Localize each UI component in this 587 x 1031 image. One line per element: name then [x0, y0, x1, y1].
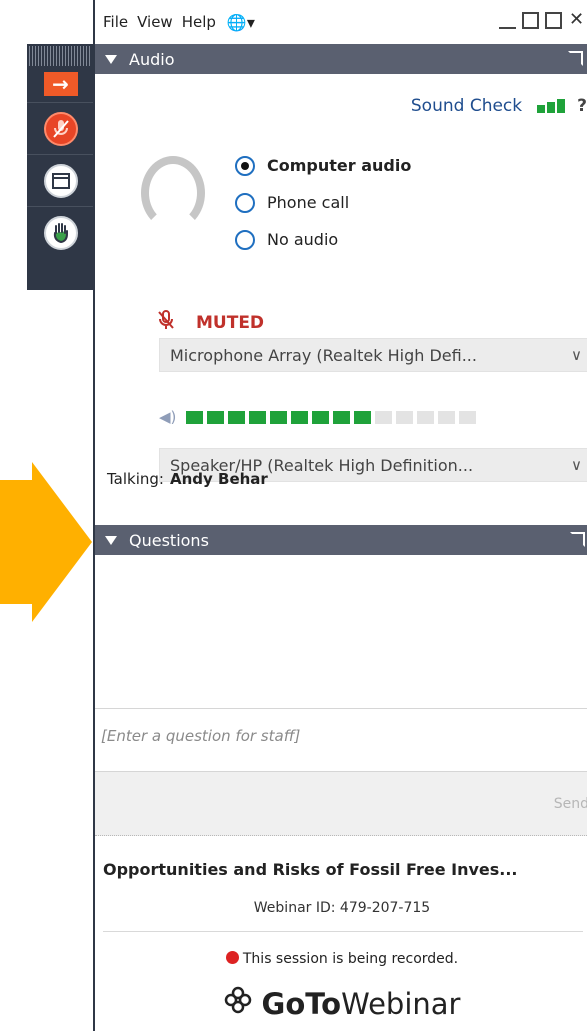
volume-meter-cell: [291, 410, 309, 424]
volume-meter-cell: [312, 410, 330, 424]
questions-log: [95, 560, 587, 708]
volume-meter-cell: [459, 410, 477, 424]
questions-header-label: Questions: [129, 530, 209, 550]
muted-label: MUTED: [196, 312, 265, 333]
audio-header-label: Audio: [129, 49, 175, 69]
option-computer-audio[interactable]: Computer audio: [235, 147, 411, 184]
close-icon[interactable]: ✕: [568, 11, 585, 29]
option-no-audio[interactable]: No audio: [235, 221, 411, 258]
volume-meter: [186, 410, 477, 424]
maximize-icon[interactable]: [522, 12, 539, 29]
popout-icon[interactable]: [568, 51, 583, 66]
volume-meter-cell: [396, 410, 414, 424]
raise-hand-button[interactable]: [27, 206, 94, 258]
recording-text: This session is being recorded.: [242, 951, 459, 967]
signal-bars-icon: [537, 99, 566, 113]
speaker-icon: ◀︎): [159, 408, 177, 426]
menu-view[interactable]: View: [137, 13, 173, 31]
flower-logo-icon: [224, 986, 252, 1021]
control-panel: File View Help 🌐▾ ✕ Audio Sound Check ?: [93, 0, 587, 1031]
questions-section-header[interactable]: Questions: [95, 525, 587, 555]
microphone-value: Microphone Array (Realtek High Defi...: [170, 345, 477, 365]
chevron-down-icon: ∨: [571, 346, 582, 364]
send-area: Send: [95, 772, 587, 836]
window-icon: [43, 163, 78, 198]
volume-meter-cell: [417, 410, 435, 424]
mic-muted-icon: [43, 111, 78, 146]
arrow-right-icon: →: [43, 72, 78, 96]
audio-section-header[interactable]: Audio: [95, 44, 587, 74]
raise-hand-icon: [43, 215, 78, 250]
question-input[interactable]: [Enter a question for staff]: [95, 708, 587, 772]
language-globe-icon[interactable]: 🌐▾: [227, 13, 255, 32]
webinar-info: Opportunities and Risks of Fossil Free I…: [95, 836, 587, 1031]
volume-meter-cell: [270, 410, 288, 424]
microphone-select[interactable]: Microphone Array (Realtek High Defi... ∨: [159, 338, 587, 372]
volume-meter-cell: [438, 410, 456, 424]
volume-meter-cell: [249, 410, 267, 424]
audio-body: Sound Check ? Computer audio Phone call …: [95, 74, 587, 524]
sound-check-link[interactable]: Sound Check: [411, 96, 522, 116]
volume-meter-cell: [207, 410, 225, 424]
volume-meter-cell: [354, 410, 372, 424]
screen-view-button[interactable]: [27, 154, 94, 206]
audio-mode-options: Computer audio Phone call No audio: [235, 147, 411, 258]
signal-bar: [547, 102, 556, 113]
muted-status: MUTED: [157, 310, 264, 335]
recording-dot-icon: [225, 951, 239, 964]
gotowebinar-logo: GoToWebinar: [95, 986, 587, 1021]
option-phone-call[interactable]: Phone call: [235, 184, 411, 221]
radio-no-audio[interactable]: [235, 229, 255, 250]
speaker-volume-row: ◀︎): [159, 408, 477, 426]
logo-goto: GoTo: [261, 987, 342, 1021]
chevron-down-icon: ▾: [246, 12, 255, 32]
webinar-title: Opportunities and Risks of Fossil Free I…: [103, 860, 518, 879]
help-icon[interactable]: ?: [577, 96, 587, 116]
menu-file[interactable]: File: [103, 13, 128, 31]
collapse-triangle-icon: [105, 535, 117, 545]
signal-bar: [537, 105, 546, 113]
grab-handle[interactable]: [29, 46, 91, 66]
mic-off-icon: [157, 310, 175, 335]
talking-label: Talking:: [107, 470, 164, 488]
window-controls: ✕: [499, 11, 585, 29]
popout-icon[interactable]: [570, 532, 585, 547]
mute-toggle-button[interactable]: [27, 102, 94, 154]
grab-tab: →: [27, 44, 94, 290]
minimize-icon[interactable]: [499, 12, 516, 29]
send-button[interactable]: Send: [554, 796, 587, 812]
menu-help[interactable]: Help: [182, 13, 216, 31]
logo-webinar: Webinar: [341, 987, 461, 1021]
collapse-button[interactable]: →: [27, 66, 94, 102]
question-placeholder: [Enter a question for staff]: [101, 727, 301, 745]
signal-bar: [557, 99, 566, 113]
divider: [103, 931, 583, 932]
volume-meter-cell: [228, 410, 246, 424]
collapse-triangle-icon: [105, 54, 117, 64]
radio-computer-audio[interactable]: [235, 155, 255, 176]
radio-phone-call[interactable]: [235, 192, 255, 213]
volume-meter-cell: [333, 410, 351, 424]
talking-indicator: Talking: Andy Behar: [107, 470, 268, 488]
yellow-pointer-arrow: [0, 462, 92, 622]
webinar-id: Webinar ID: 479-207-715: [253, 900, 431, 916]
chevron-down-icon: ∨: [571, 456, 582, 474]
volume-meter-cell: [375, 410, 393, 424]
headset-icon: [141, 156, 205, 230]
sound-check-row: Sound Check ?: [411, 96, 587, 116]
talking-name: Andy Behar: [169, 470, 268, 488]
recording-notice: This session is being recorded.: [95, 951, 587, 967]
restore-icon[interactable]: [545, 12, 562, 29]
volume-meter-cell: [186, 410, 204, 424]
